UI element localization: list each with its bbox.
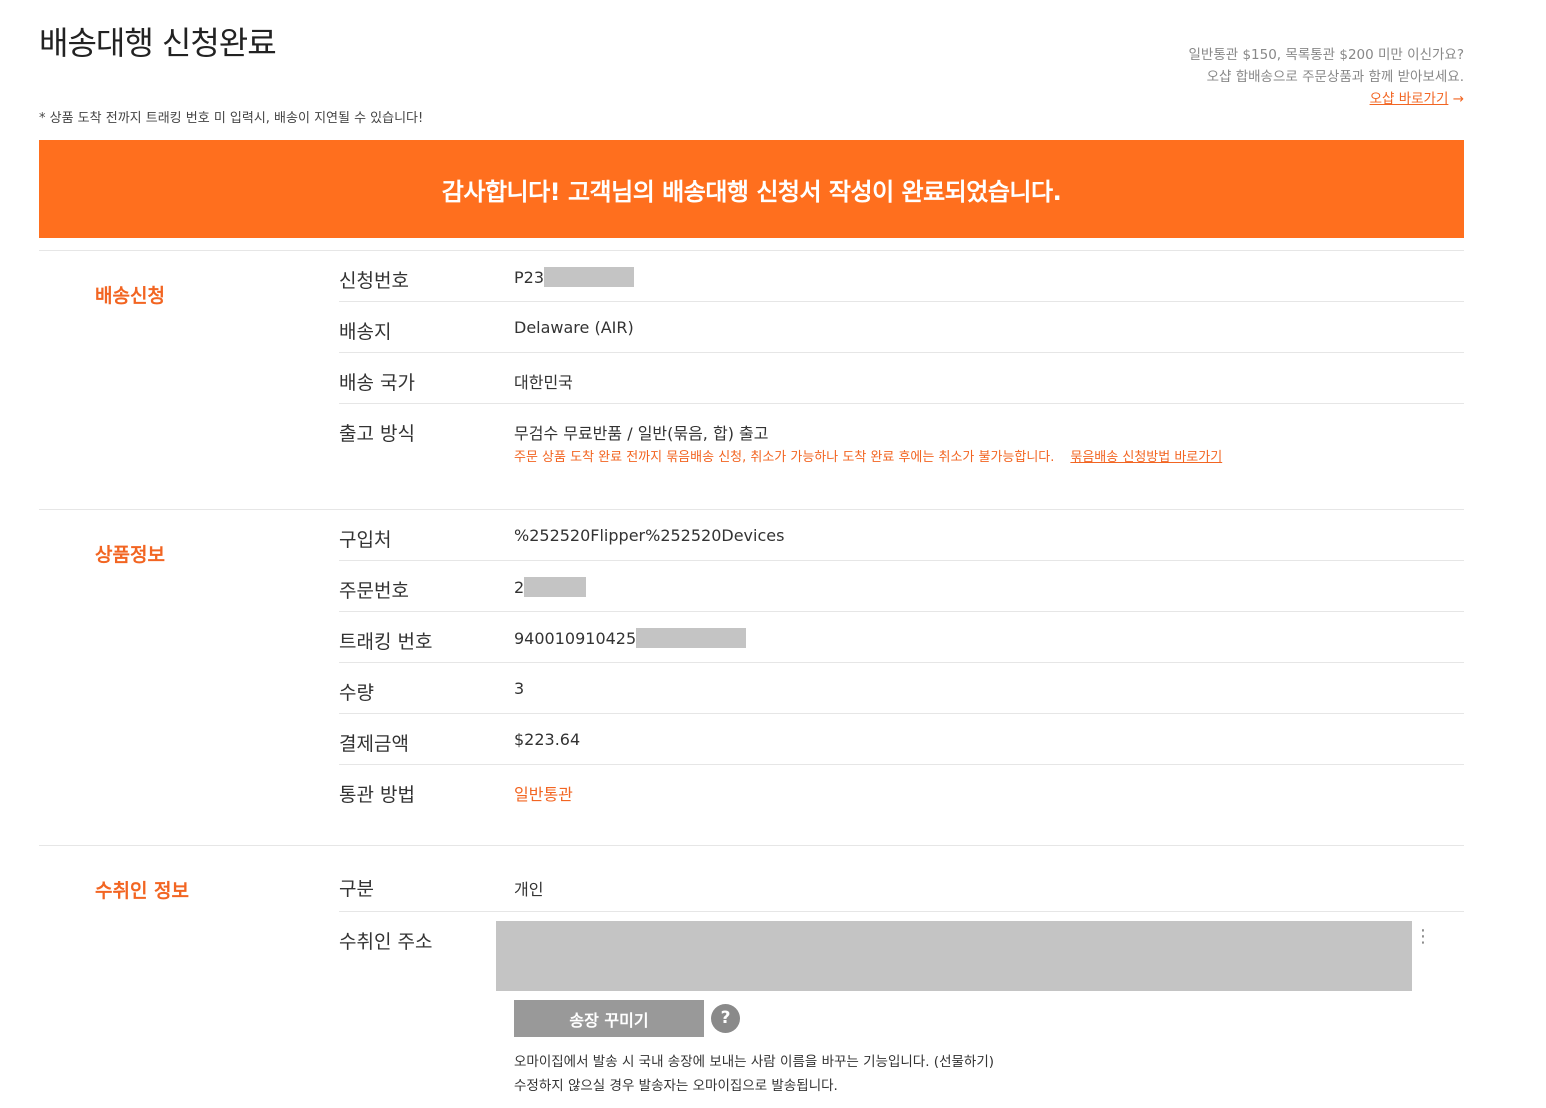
row-order-number: 주문번호 2 (339, 561, 1464, 612)
value-request-number-wrap: P23 (514, 267, 635, 287)
help-icon[interactable]: ? (711, 1004, 740, 1033)
label-recipient-type: 구분 (339, 878, 374, 900)
completion-message: 감사합니다! 고객님의 배송대행 신청서 작성이 완료되었습니다. (441, 177, 1062, 206)
row-customs-method: 통관 방법 일반통관 (339, 765, 1464, 816)
label-order-number: 주문번호 (339, 580, 409, 602)
product-info-section: 상품정보 구입처 %252520Flipper%252520Devices 주문… (39, 509, 1464, 844)
row-payment-amount: 결제금액 $223.64 (339, 714, 1464, 765)
bundle-guide-link[interactable]: 묶음배송 신청방법 바로가기 (1070, 450, 1222, 465)
value-order-number: 2 (514, 578, 525, 597)
redaction-block (544, 267, 635, 287)
label-quantity: 수량 (339, 682, 374, 704)
row-destination: 배송지 Delaware (AIR) (339, 302, 1464, 353)
promo-line-2: 오샵 합배송으로 주문상품과 함께 받아보세요. (1206, 69, 1464, 85)
label-tracking-number: 트래킹 번호 (339, 631, 433, 653)
row-request-number: 신청번호 P23 (339, 251, 1464, 302)
shipping-rows: 신청번호 P23 배송지 Delaware (AIR) 배송 국가 대한민국 출… (339, 251, 1464, 496)
completion-banner: 감사합니다! 고객님의 배송대행 신청서 작성이 완료되었습니다. (39, 140, 1464, 238)
value-quantity: 3 (514, 679, 525, 698)
value-tracking-number-wrap: 940010910425 (514, 628, 747, 648)
label-recipient-address: 수취인 주소 (339, 931, 433, 953)
oshop-promo: 일반통관 $150, 목록통관 $200 미만 이신가요? 오샵 합배송으로 주… (944, 44, 1464, 110)
label-release-method: 출고 방식 (339, 423, 415, 445)
recipient-address-redacted (496, 921, 1412, 991)
arrow-right-icon: → (1452, 91, 1464, 107)
value-order-number-wrap: 2 (514, 577, 587, 597)
bundle-notice: 주문 상품 도착 완료 전까지 묶음배송 신청, 취소가 가능하나 도착 완료 … (514, 446, 1222, 465)
label-country: 배송 국가 (339, 372, 415, 394)
label-request-number: 신청번호 (339, 270, 409, 292)
label-destination: 배송지 (339, 321, 392, 343)
row-release-method: 출고 방식 무검수 무료반품 / 일반(묶음, 합) 출고 주문 상품 도착 완… (339, 404, 1464, 496)
description-line-1: 오마이집에서 발송 시 국내 송장에 보내는 사람 이름을 바꾸는 기능입니다.… (514, 1054, 995, 1070)
redaction-block (636, 628, 747, 648)
description-line-2: 수정하지 않으실 경우 발송자는 오마이집으로 발송됩니다. (514, 1078, 838, 1094)
section-title-product: 상품정보 (95, 544, 165, 566)
section-title-recipient: 수취인 정보 (95, 880, 190, 902)
row-recipient-type: 구분 개인 (339, 846, 1464, 912)
row-quantity: 수량 3 (339, 663, 1464, 714)
section-title-shipping: 배송신청 (95, 285, 165, 307)
value-payment-amount: $223.64 (514, 730, 581, 749)
product-rows: 구입처 %252520Flipper%252520Devices 주문번호 2 … (339, 510, 1464, 816)
decorate-invoice-description: 오마이집에서 발송 시 국내 송장에 보내는 사람 이름을 바꾸는 기능입니다.… (514, 1050, 994, 1098)
shipping-request-section: 배송신청 신청번호 P23 배송지 Delaware (AIR) 배송 국가 대… (39, 250, 1464, 508)
row-store: 구입처 %252520Flipper%252520Devices (339, 510, 1464, 561)
value-tracking-number: 940010910425 (514, 629, 637, 648)
value-destination: Delaware (AIR) (514, 318, 634, 337)
bundle-notice-text: 주문 상품 도착 완료 전까지 묶음배송 신청, 취소가 가능하나 도착 완료 … (514, 450, 1055, 465)
more-vertical-icon[interactable]: ⋮ (1414, 928, 1432, 946)
decorate-invoice-button[interactable]: 송장 꾸미기 (514, 1000, 704, 1037)
label-customs-method: 통관 방법 (339, 784, 415, 806)
value-recipient-type: 개인 (514, 880, 544, 899)
value-customs-method: 일반통관 (514, 785, 573, 804)
promo-line-1: 일반통관 $150, 목록통관 $200 미만 이신가요? (1188, 47, 1464, 63)
label-store: 구입처 (339, 529, 392, 551)
value-country: 대한민국 (514, 373, 573, 392)
row-country: 배송 국가 대한민국 (339, 353, 1464, 404)
page-title: 배송대행 신청완료 (39, 24, 277, 62)
value-store: %252520Flipper%252520Devices (514, 526, 785, 545)
page: 배송대행 신청완료 * 상품 도착 전까지 트래킹 번호 미 입력시, 배송이 … (0, 0, 1546, 1108)
oshop-shortcut-link[interactable]: 오샵 바로가기 (1370, 91, 1449, 107)
row-tracking-number: 트래킹 번호 940010910425 (339, 612, 1464, 663)
recipient-info-section: 수취인 정보 구분 개인 수취인 주소 ⋮ 송장 꾸미기 ? 오마이집에서 발송… (39, 845, 1464, 1108)
label-payment-amount: 결제금액 (339, 733, 409, 755)
tracking-notice: * 상품 도착 전까지 트래킹 번호 미 입력시, 배송이 지연될 수 있습니다… (39, 111, 424, 126)
recipient-rows: 구분 개인 수취인 주소 ⋮ 송장 꾸미기 ? 오마이집에서 발송 시 국내 송… (339, 846, 1464, 1108)
value-release-method: 무검수 무료반품 / 일반(묶음, 합) 출고 (514, 424, 769, 443)
value-request-number: P23 (514, 268, 545, 287)
row-recipient-address: 수취인 주소 ⋮ 송장 꾸미기 ? 오마이집에서 발송 시 국내 송장에 보내는… (339, 912, 1464, 1108)
redaction-block (524, 577, 587, 597)
